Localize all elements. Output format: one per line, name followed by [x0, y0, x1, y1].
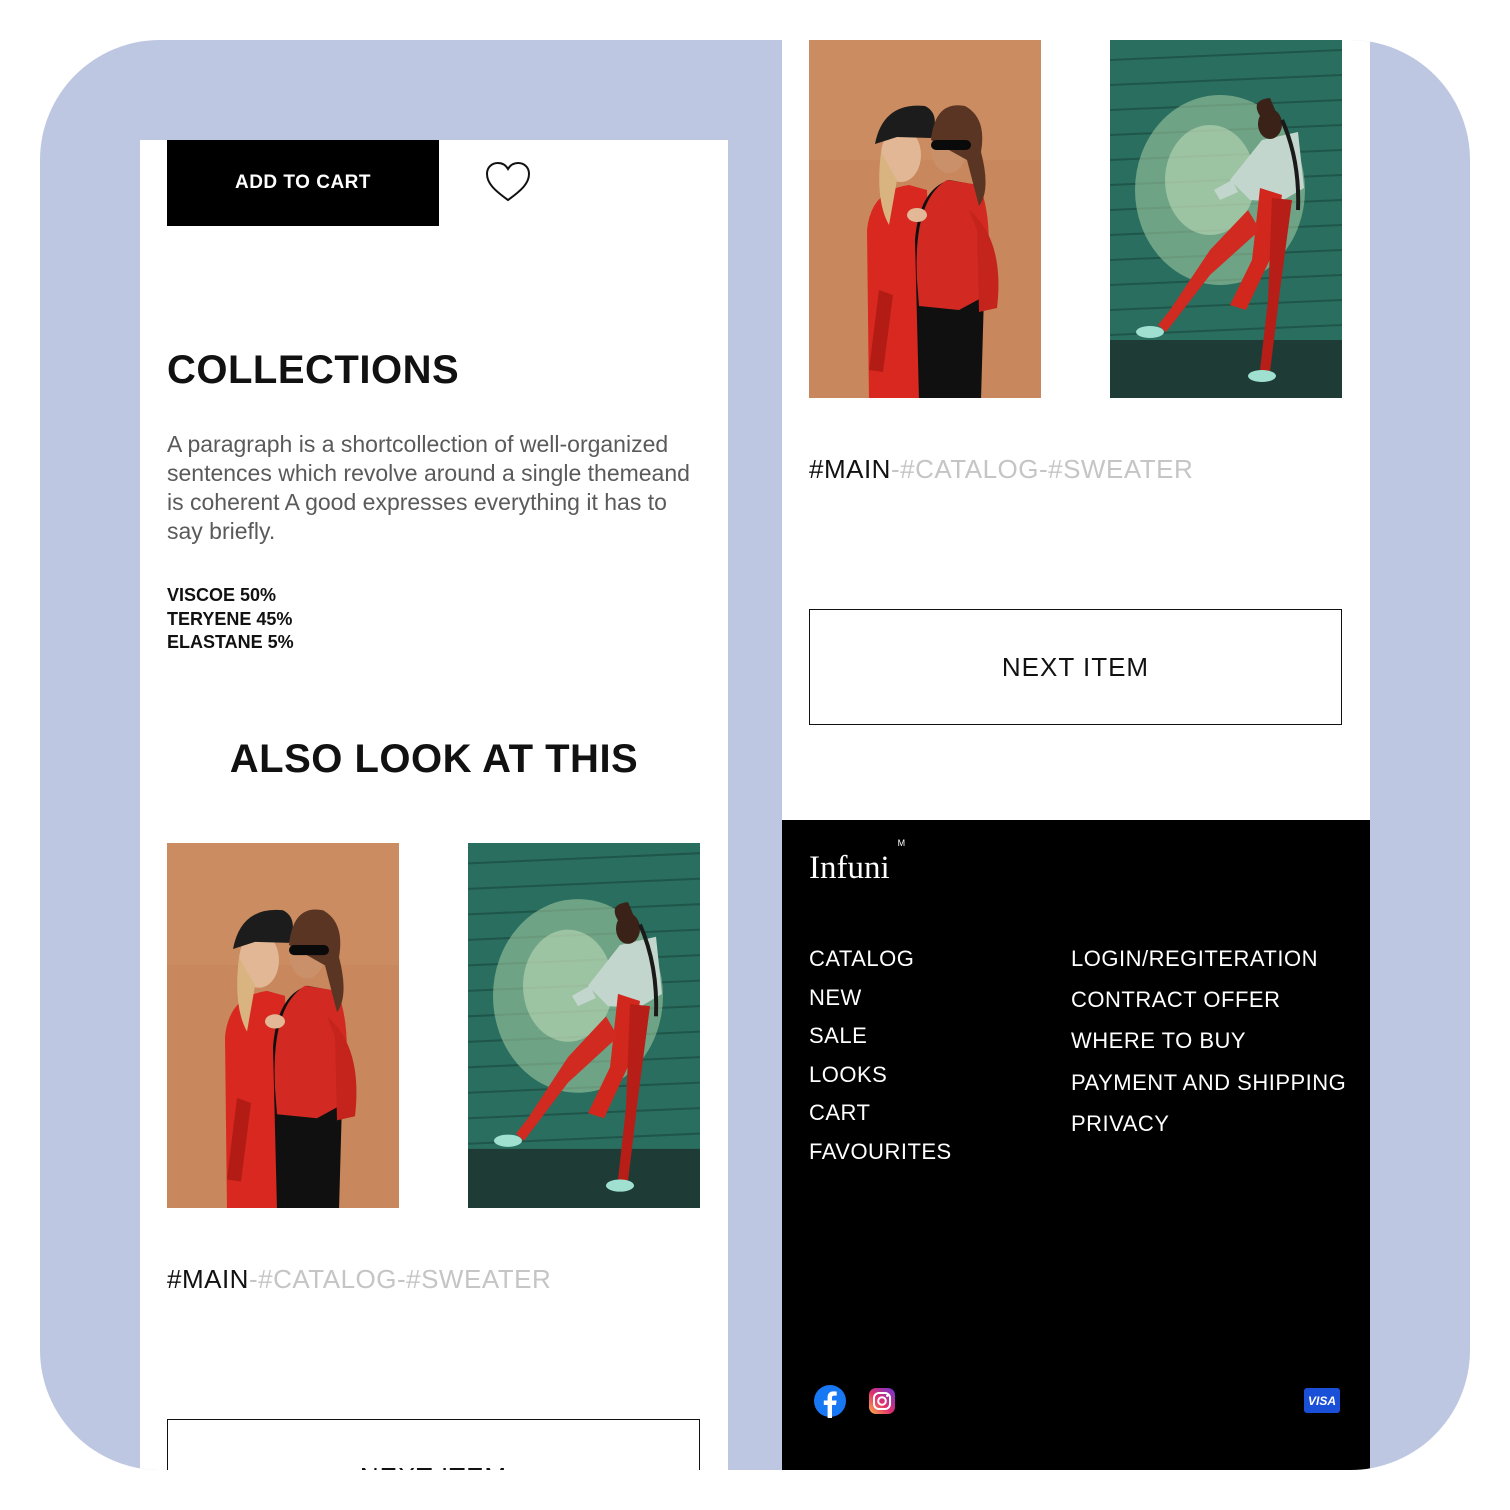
heart-icon[interactable] [484, 160, 532, 204]
facebook-icon[interactable] [813, 1384, 847, 1418]
visa-icon: VISA [1304, 1388, 1340, 1413]
product-screen: ADD TO CART COLLECTIONS A paragraph is a… [140, 140, 728, 1470]
composition-item: ELASTANE 5% [167, 632, 294, 652]
product-description: A paragraph is a shortcollection of well… [167, 431, 690, 544]
footer-link-where-to-buy[interactable]: WHERE TO BUY [1071, 1028, 1346, 1069]
breadcrumb: #MAIN-#CATALOG-#SWEATER [167, 1264, 551, 1295]
site-footer: Infuni M CATALOG NEW SALE LOOKS CART FAVO… [782, 820, 1370, 1470]
footer-link-payment-shipping[interactable]: PAYMENT AND SHIPPING [1071, 1070, 1346, 1111]
composition-item: TERYENE 45% [167, 608, 293, 629]
footer-link-new[interactable]: NEW [809, 985, 952, 1024]
footer-link-favourites[interactable]: FAVOURITES [809, 1139, 952, 1178]
breadcrumb-current[interactable]: #MAIN [809, 454, 891, 484]
footer-link-sale[interactable]: SALE [809, 1023, 952, 1062]
next-item-button[interactable]: NEXT ITEM [809, 609, 1342, 725]
brand-logo-text: Infuni [809, 850, 890, 886]
collections-heading: COLLECTIONS [167, 348, 460, 392]
next-item-button[interactable]: NEXT ITEM [167, 1419, 700, 1470]
footer-nav-secondary: LOGIN/REGITERATION CONTRACT OFFER WHERE … [1071, 946, 1346, 1152]
breadcrumb-trail[interactable]: -#CATALOG-#SWEATER [891, 454, 1193, 484]
footer-nav-primary: CATALOG NEW SALE LOOKS CART FAVOURITES [809, 946, 952, 1178]
composition-item: VISCOE 50% [167, 585, 277, 605]
footer-link-catalog[interactable]: CATALOG [809, 946, 952, 985]
showcase-frame: ADD TO CART COLLECTIONS A paragraph is a… [40, 40, 1470, 1470]
product-photo-red-outfits[interactable] [809, 40, 1041, 398]
brand-logo[interactable]: Infuni M [809, 838, 905, 887]
footer-link-privacy[interactable]: PRIVACY [1071, 1111, 1346, 1152]
product-photo-street-look[interactable] [1110, 40, 1342, 398]
footer-link-contract-offer[interactable]: CONTRACT OFFER [1071, 987, 1346, 1028]
also-look-heading: ALSO LOOK AT THIS [229, 737, 639, 781]
brand-logo-mark: M [897, 838, 906, 848]
breadcrumb: #MAIN-#CATALOG-#SWEATER [809, 454, 1193, 485]
footer-link-cart[interactable]: CART [809, 1100, 952, 1139]
footer-link-looks[interactable]: LOOKS [809, 1062, 952, 1101]
add-to-cart-button[interactable]: ADD TO CART [167, 140, 439, 226]
breadcrumb-trail[interactable]: -#CATALOG-#SWEATER [249, 1264, 551, 1294]
product-screen-continued: #MAIN-#CATALOG-#SWEATER NEXT ITEM Infuni… [782, 40, 1370, 1470]
product-photo-red-outfits[interactable] [167, 843, 399, 1208]
product-photo-street-look[interactable] [468, 843, 700, 1208]
composition-list: VISCOE 50% TERYENE 45% ELASTANE 5% [167, 584, 294, 655]
footer-link-login[interactable]: LOGIN/REGITERATION [1071, 946, 1346, 987]
instagram-icon[interactable] [865, 1384, 899, 1418]
breadcrumb-current[interactable]: #MAIN [167, 1264, 249, 1294]
